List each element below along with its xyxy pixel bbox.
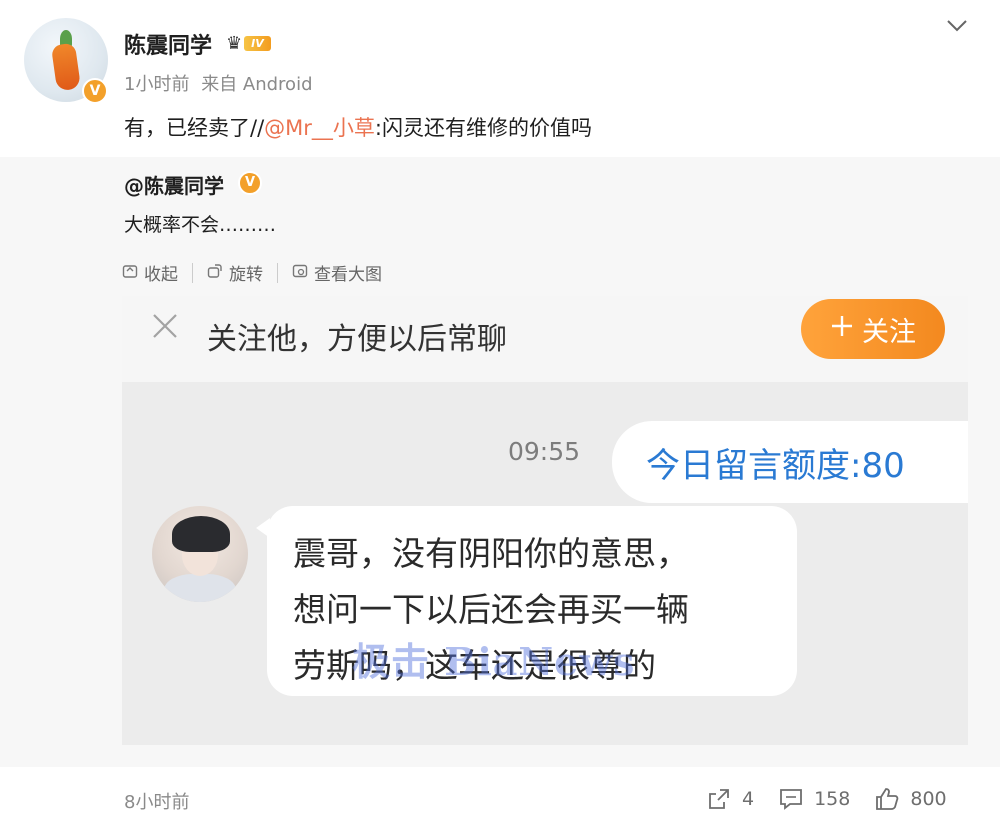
like-button[interactable]: 800 (874, 786, 947, 812)
post-time: 1小时前 (124, 74, 190, 95)
crown-icon: ♛ (226, 32, 243, 54)
repost-button[interactable]: 4 (706, 786, 754, 812)
like-icon (876, 788, 899, 810)
retweet-time: 8小时前 (124, 792, 190, 813)
follow-tip: 关注他，方便以后常聊 (207, 322, 507, 357)
rotate-icon (207, 263, 223, 283)
chat-avatar (152, 506, 248, 602)
mention-link[interactable]: @Mr__小草 (264, 116, 375, 140)
view-large-button[interactable]: 查看大图 (292, 260, 396, 285)
post-meta: 1小时前 来自 Android (124, 70, 319, 96)
verified-icon: V (238, 171, 262, 195)
comment-icon (780, 789, 802, 810)
chevron-down-icon[interactable] (946, 14, 968, 39)
collapse-icon (122, 263, 138, 283)
close-icon[interactable] (150, 310, 180, 350)
quota-bubble: 今日留言额度:80 (612, 421, 968, 503)
retweet-text: 大概率不会……… (124, 214, 277, 236)
message-line: 震哥，没有阴阳你的意思， (293, 534, 689, 573)
share-icon (709, 789, 729, 809)
action-bar: 4 158 800 (706, 786, 947, 812)
message-time: 09:55 (508, 437, 581, 466)
verified-icon: V (82, 78, 108, 104)
vip-badge[interactable]: ♛ IV (226, 32, 271, 54)
message-line: 想问一下以后还会再买一辆 (293, 590, 689, 629)
username[interactable]: 陈震同学 (124, 28, 212, 60)
post-text: 有，已经卖了//@Mr__小草:闪灵还有维修的价值吗 (124, 116, 592, 140)
vip-level: IV (244, 35, 271, 51)
attached-image[interactable]: 关注他，方便以后常聊 关注 09:55 今日留言额度:80 震哥，没有阴阳你的意… (122, 296, 968, 745)
post-source: 来自 Android (201, 74, 313, 95)
collapse-button[interactable]: 收起 (122, 260, 192, 285)
view-large-icon (292, 263, 308, 283)
watermark: 极击 BiaNews (352, 639, 636, 684)
comment-button[interactable]: 158 (778, 786, 850, 812)
image-toolbar: 收起 旋转 查看大图 (122, 260, 396, 285)
rotate-button[interactable]: 旋转 (207, 260, 277, 285)
follow-button[interactable]: 关注 (801, 299, 945, 359)
plus-icon (830, 314, 854, 345)
retweet-user[interactable]: @陈震同学 (124, 170, 224, 199)
